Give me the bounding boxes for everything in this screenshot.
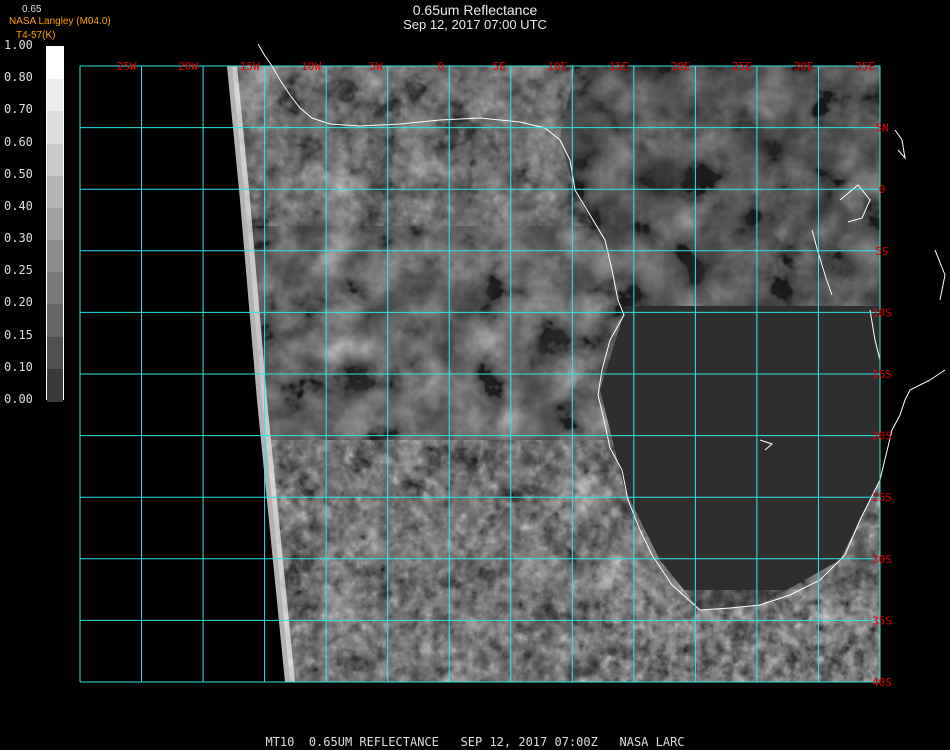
grid-label: 15S <box>872 368 892 381</box>
satellite-map: 25W 20W 15W 10W 5W 0 5E 10E 15E 20E 25E 30E 35E 5N 0 5… <box>79 43 946 689</box>
grid-label: 20W <box>178 60 198 73</box>
grid-label: 10E <box>547 60 567 73</box>
grid-label: 0 <box>879 183 886 196</box>
grid-label: 15W <box>240 60 260 73</box>
grid-label: 5E <box>493 60 506 73</box>
grid-label: 40S <box>872 676 892 689</box>
grid-label: 25E <box>732 60 752 73</box>
grid-label: 25W <box>117 60 137 73</box>
grid-label: 5N <box>875 122 888 135</box>
grid-label: 15E <box>609 60 629 73</box>
grid-label: 30E <box>794 60 814 73</box>
grid-label: 30S <box>872 553 892 566</box>
grid-label: 5S <box>875 245 888 258</box>
grid-label: 10W <box>301 60 321 73</box>
grid-label: 5W <box>369 60 383 73</box>
grid-label: 35S <box>872 614 892 627</box>
southern-cloud-band <box>600 590 880 682</box>
footer-caption: MT10 0.65UM REFLECTANCE SEP 12, 2017 07:… <box>265 735 685 749</box>
grid-label: 20E <box>671 60 691 73</box>
grid-label: 25S <box>872 491 892 504</box>
grid-label: 20S <box>872 430 892 443</box>
grid-label: 10S <box>872 306 892 319</box>
grid-label: 0 <box>438 60 445 73</box>
grid-label: 35E <box>855 60 875 73</box>
